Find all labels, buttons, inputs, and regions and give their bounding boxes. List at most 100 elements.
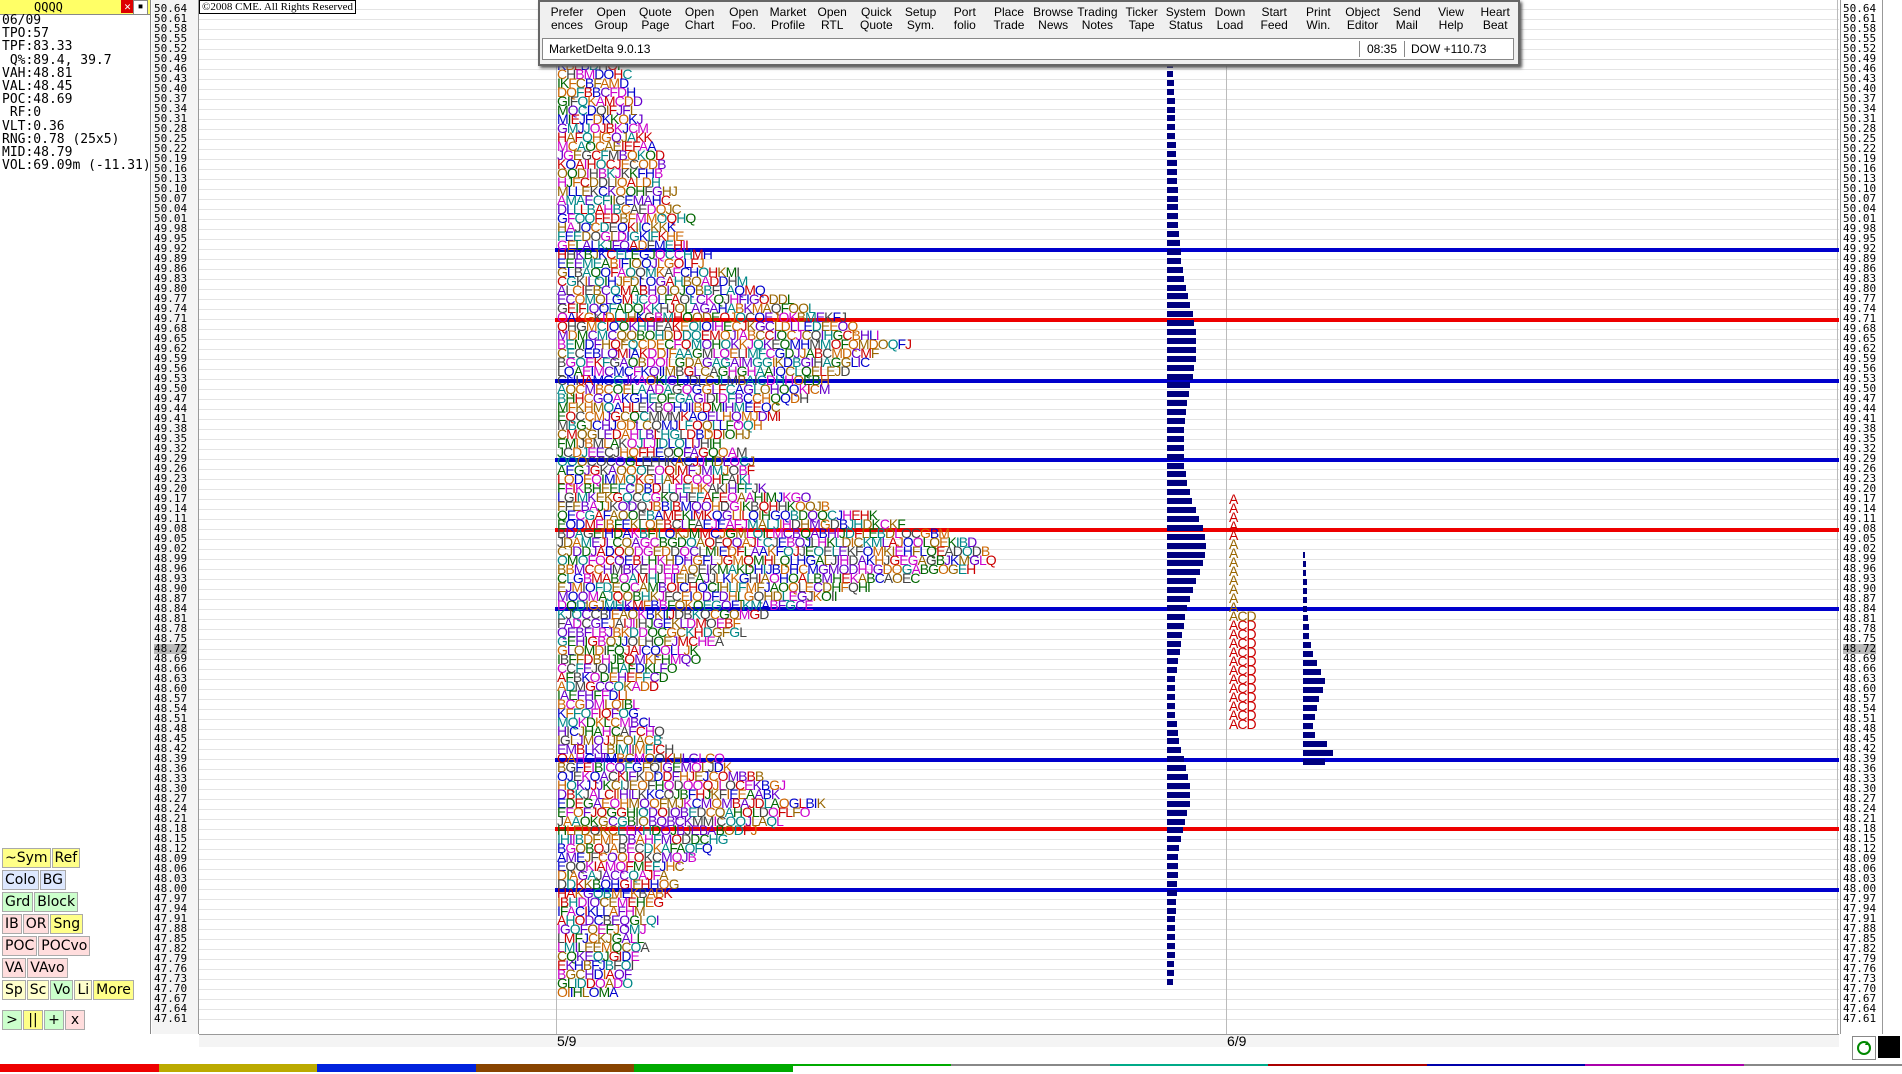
volume-bar [1167,960,1174,967]
volume-bar [1167,827,1183,834]
toolbar-button-15[interactable]: Down Load [1209,6,1251,32]
grid-line [199,849,1839,850]
tpo-letter: G [947,561,959,577]
volume-bar [1167,978,1173,985]
volume-bar [1167,248,1181,255]
grid-line [199,219,1839,220]
toolbar-button-8[interactable]: Setup Sym. [900,6,942,32]
toolbar-button-20[interactable]: View Help [1430,6,1472,32]
sym-button[interactable]: ~Sym [2,848,51,868]
tpo-letter: E [804,597,813,613]
time-scrollbar[interactable] [199,1034,1839,1047]
tpo-letter: B [687,849,697,865]
tpo-letter: C [860,354,870,370]
volume-bar-current [1303,615,1308,621]
poc-volume-button[interactable]: POCvo [38,936,91,956]
tpo-letter: A [714,633,724,649]
sp-button[interactable]: Sp [2,980,26,1000]
toolbar-button-4[interactable]: Open Foo. [723,6,765,32]
volume-bar [1167,204,1178,211]
toolbar-button-5[interactable]: Market Profile [767,6,809,32]
toolbar-button-6[interactable]: Open RTL [811,6,853,32]
toolbar-button-2[interactable]: Quote Page [634,6,676,32]
market-profile-chart[interactable]: KBLBDHOFCHBMDOHCIKFCBFAMDDQFBBCFDHGIFQKA… [199,0,1839,1034]
volume-bar [1167,871,1178,878]
or-button[interactable]: OR [22,914,50,934]
tpo-letter: D [733,822,744,838]
price-axis-left[interactable]: 50.64 50.61 50.58 50.55 50.52 50.49 50.46 50.43… [152,0,199,1034]
tpo-letter: D [840,363,850,379]
tpo-letter: H [702,246,713,262]
toolbar-button-9[interactable]: Port folio [944,6,986,32]
poc-button[interactable]: POC [2,936,38,956]
volume-bar [1167,133,1175,140]
tpo-letter: F [897,336,906,352]
toolbar-button-16[interactable]: Start Feed [1253,6,1295,32]
window-menu-icon[interactable]: ▪ [133,0,148,15]
toolbar-button-18[interactable]: Object Editor [1342,6,1384,32]
grid-line [199,939,1839,940]
volume-bar [1167,240,1180,246]
tpo-letter: Q [685,210,696,226]
toolbar-button-0[interactable]: Prefer ences [546,6,588,32]
volume-bar [1167,177,1177,184]
color-button[interactable]: Colo [2,870,39,890]
add-button[interactable]: + [44,1010,64,1030]
li-button[interactable]: Li [74,980,93,1000]
remove-button[interactable]: x [65,1010,85,1030]
toolbar-button-14[interactable]: System Status [1165,6,1207,32]
grid-button[interactable]: Grd [2,892,34,912]
refresh-icon[interactable] [1852,1036,1876,1060]
grid-line [199,239,1839,240]
volume-bar [1167,622,1184,629]
grid-line [199,799,1839,800]
vo-button[interactable]: Vo [50,980,74,1000]
tpo-letter: O [821,588,832,604]
block-button[interactable]: Block [34,892,79,912]
copyright-notice: ©2008 CME. All Rights Reserved [199,0,357,14]
value-area-line [555,888,1839,892]
sc-button[interactable]: Sc [26,980,50,1000]
stat-tpf: TPF:83.33 [2,39,73,55]
grid-line [199,969,1839,970]
button-row-grid: Grd Block [2,892,79,912]
volume-bar [1167,889,1177,896]
bg-button[interactable]: BG [39,870,67,890]
tpo-letter: O [690,651,701,667]
pause-button[interactable]: || [23,1010,43,1030]
grid-line [199,429,1839,430]
toolbar-button-11[interactable]: Browse News [1032,6,1074,32]
toolbar-button-10[interactable]: Place Trade [988,6,1030,32]
va-volume-button[interactable]: VAvo [27,958,68,978]
tpo-letter: K [663,885,672,901]
tpo-letter: D [639,678,650,694]
date-label-2: 6/9 [1227,1033,1247,1049]
single-button[interactable]: Sng [50,914,84,934]
toolbar-button-17[interactable]: Print Win. [1297,6,1339,32]
toolbar-button-7[interactable]: Quick Quote [855,6,897,32]
tpo-letter: Q [985,552,997,568]
tpo-letter: J [743,426,751,442]
tpo-letter: D [790,390,800,406]
toolbar-button-12[interactable]: Trading Notes [1076,6,1118,32]
grid-line [199,159,1839,160]
play-button[interactable]: > [2,1010,22,1030]
more-button[interactable]: More [93,980,134,1000]
toolbar-button-3[interactable]: Open Chart [679,6,721,32]
volume-bar [1167,471,1186,478]
toolbar-button-19[interactable]: Send Mail [1386,6,1428,32]
toolbar-button-13[interactable]: Ticker Tape [1121,6,1163,32]
price-axis-right[interactable]: 50.64 50.61 50.58 50.55 50.52 50.49 50.46 50.43… [1840,0,1883,1034]
volume-bar [1167,613,1185,620]
va-button[interactable]: VA [2,958,27,978]
volume-bar [1167,898,1176,905]
tpo-row-current: ACD [1229,716,1257,732]
volume-bar [1167,702,1175,709]
ref-button[interactable]: Ref [51,848,81,868]
ib-button[interactable]: IB [2,914,22,934]
grid-line [199,119,1839,120]
toolbar-button-1[interactable]: Open Group [590,6,632,32]
toolbar-button-21[interactable]: Heart Beat [1474,6,1516,32]
grid-line [199,439,1839,440]
volume-bar [1167,952,1175,958]
